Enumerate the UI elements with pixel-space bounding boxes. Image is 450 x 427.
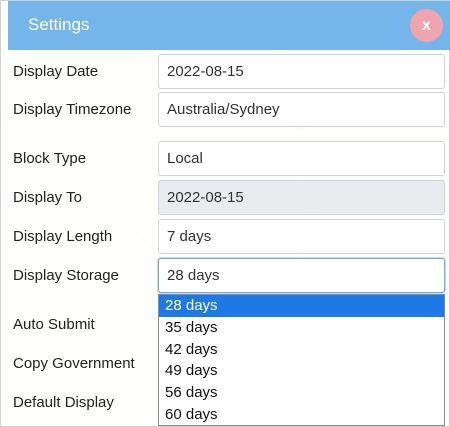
dropdown-option[interactable]: 60 days: [159, 404, 444, 426]
close-icon: x: [422, 16, 431, 34]
modal-title: Settings: [28, 15, 90, 34]
dropdown-option[interactable]: 49 days: [159, 360, 444, 382]
dropdown-option[interactable]: 35 days: [159, 317, 444, 339]
auto-submit-label: Auto Submit: [13, 316, 95, 333]
block-type-field[interactable]: Local: [158, 141, 445, 176]
display-storage-value: 28 days: [167, 267, 220, 284]
display-length-field[interactable]: 7 days: [158, 219, 445, 254]
close-button[interactable]: x: [410, 9, 443, 42]
block-type-value: Local: [167, 150, 203, 167]
dropdown-option[interactable]: 42 days: [159, 339, 444, 361]
display-to-value: 2022-08-15: [167, 189, 244, 206]
copy-government-label: Copy Government: [13, 355, 135, 372]
dropdown-option[interactable]: 28 days: [159, 295, 444, 317]
display-timezone-value: Australia/Sydney: [167, 101, 280, 118]
settings-modal: Settings x Display Date 2022-08-15 Displ…: [0, 0, 450, 427]
dropdown-option[interactable]: 56 days: [159, 382, 444, 404]
display-to-label: Display To: [13, 189, 82, 206]
display-length-label: Display Length: [13, 228, 113, 245]
display-date-value: 2022-08-15: [167, 63, 244, 80]
display-timezone-label: Display Timezone: [13, 101, 132, 118]
block-type-label: Block Type: [13, 150, 87, 167]
display-storage-dropdown: 28 days 35 days 42 days 49 days 56 days …: [158, 294, 445, 426]
display-date-label: Display Date: [13, 63, 99, 80]
display-date-field[interactable]: 2022-08-15: [158, 54, 445, 89]
display-length-value: 7 days: [167, 228, 212, 245]
display-to-field: 2022-08-15: [158, 180, 445, 215]
display-timezone-field[interactable]: Australia/Sydney: [158, 92, 445, 127]
display-storage-select[interactable]: 28 days: [158, 258, 445, 293]
display-storage-label: Display Storage: [13, 267, 119, 284]
modal-header: Settings x: [8, 1, 450, 50]
default-display-label: Default Display: [13, 394, 114, 411]
